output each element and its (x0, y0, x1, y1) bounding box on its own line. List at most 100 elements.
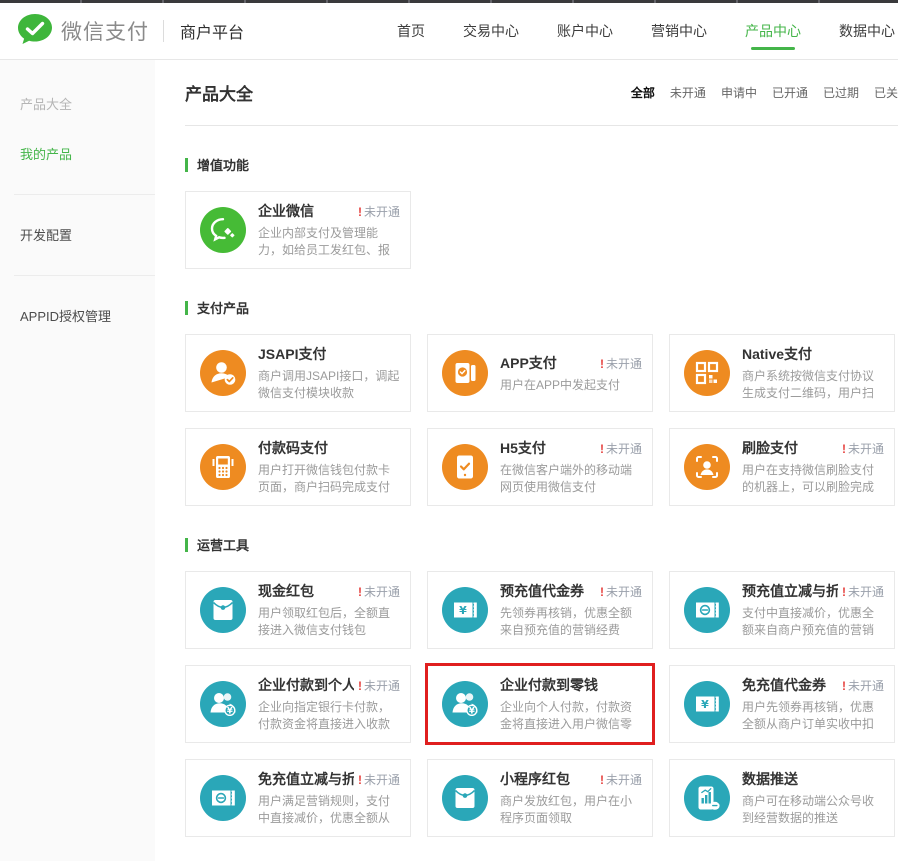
status-badge: !未开通 (354, 771, 400, 788)
nav-item-home[interactable]: 首页 (378, 3, 444, 59)
product-card-face-pay[interactable]: 刷脸支付 !未开通用户在支持微信刷脸支付的机器上，可以刷脸完成支付 (669, 428, 895, 506)
section-operation-tools: 运营工具现金红包!未开通用户领取红包后，全额直接进入微信支付钱包¥预充值代金券!… (185, 535, 898, 837)
exclamation-icon: ! (358, 205, 362, 219)
app-pay-icon (442, 350, 488, 396)
product-card-micropay[interactable]: 付款码支付用户打开微信钱包付款卡页面，商户扫码完成支付 (185, 428, 411, 506)
svg-text:¥: ¥ (701, 698, 709, 711)
section-header: 增值功能 (185, 155, 898, 174)
product-title: 预充值代金券 (500, 581, 584, 601)
product-card-data-push[interactable]: 数据推送商户可在移动端公众号收到经营数据的推送 (669, 759, 895, 837)
sidebar-item-all-products: 产品大全 (0, 94, 155, 113)
section-accent-bar (185, 538, 188, 552)
nav-item-trade-center[interactable]: 交易中心 (444, 3, 538, 59)
product-title: 现金红包 (258, 581, 314, 601)
product-card-jsapi-pay[interactable]: JSAPI支付商户调用JSAPI接口，调起微信支付模块收款 (185, 334, 411, 412)
product-description: 用户在支持微信刷脸支付的机器上，可以刷脸完成支付 (742, 462, 884, 496)
product-description: 用户领取红包后，全额直接进入微信支付钱包 (258, 605, 400, 639)
exclamation-icon: ! (600, 773, 604, 787)
status-badge: !未开通 (596, 771, 642, 788)
product-description: 先领券再核销，优惠全额来自预充值的营销经费 (500, 605, 642, 639)
product-description: 商户可在移动端公众号收到经营数据的推送 (742, 793, 884, 827)
status-badge: !未开通 (596, 355, 642, 372)
face-scan-icon (684, 444, 730, 490)
section-header: 运营工具 (185, 535, 898, 554)
product-description: 商户发放红包，用户在小程序页面领取 (500, 793, 642, 827)
nav-item-marketing-center[interactable]: 营销中心 (632, 3, 726, 59)
card-grid: 企业微信!未开通企业内部支付及管理能力，如给员工发红包、报销付款等 (185, 191, 895, 269)
status-badge: !未开通 (354, 203, 400, 220)
status-badge: !未开通 (354, 677, 400, 694)
header-divider (163, 20, 164, 42)
filter-tab[interactable]: 已过期 (823, 84, 859, 101)
status-badge: !未开通 (838, 440, 884, 457)
filter-tab[interactable]: 已开通 (772, 84, 808, 101)
status-label: 未开通 (364, 679, 400, 693)
exclamation-icon: ! (600, 585, 604, 599)
filter-tab[interactable]: 已关闭 (874, 84, 898, 101)
product-description: 企业向指定银行卡付款，付款资金将直接进入收款银行账户 (258, 699, 400, 733)
product-description: 企业向个人付款，付款资金将直接进入用户微信零钱 (500, 699, 642, 733)
status-label: 未开通 (606, 357, 642, 371)
product-description: 用户在APP中发起支付 (500, 377, 642, 394)
card-grid: JSAPI支付商户调用JSAPI接口，调起微信支付模块收款APP支付!未开通用户… (185, 334, 895, 506)
filter-tab[interactable]: 申请中 (721, 84, 757, 101)
voucher-discount-icon (684, 587, 730, 633)
voucher-yen-icon: ¥ (684, 681, 730, 727)
exclamation-icon: ! (600, 442, 604, 456)
product-card-transfer-to-balance[interactable]: ¥企业付款到零钱企业向个人付款，付款资金将直接进入用户微信零钱 (427, 665, 653, 743)
sidebar: 产品大全我的产品开发配置 APPID授权管理 (0, 60, 155, 861)
section-header: 支付产品 (185, 298, 898, 317)
svg-text:¥: ¥ (459, 604, 467, 617)
sidebar-item-dev-config[interactable]: 开发配置 (0, 225, 155, 244)
status-filters: 全部未开通申请中已开通已过期已关闭 (616, 84, 898, 101)
product-card-enterprise-wechat[interactable]: 企业微信!未开通企业内部支付及管理能力，如给员工发红包、报销付款等 (185, 191, 411, 269)
product-title: 小程序红包 (500, 769, 570, 789)
sidebar-divider (14, 194, 155, 195)
section-value-added: 增值功能企业微信!未开通企业内部支付及管理能力，如给员工发红包、报销付款等 (185, 155, 898, 269)
voucher-discount-icon (200, 775, 246, 821)
product-card-free-discount[interactable]: 免充值立减与折扣!未开通用户满足营销规则，支付中直接减价，优惠全额从商户订单实收… (185, 759, 411, 837)
exclamation-icon: ! (842, 442, 846, 456)
status-label: 未开通 (364, 205, 400, 219)
voucher-yen-icon: ¥ (442, 587, 488, 633)
nav-item-data-center[interactable]: 数据中心 (820, 3, 898, 59)
product-title: 数据推送 (742, 769, 798, 789)
product-title: 免充值代金券 (742, 675, 826, 695)
product-card-native-pay[interactable]: Native支付商户系统按微信支付协议生成支付二维码，用户扫码支付 (669, 334, 895, 412)
sidebar-item-appid-auth[interactable]: APPID授权管理 (0, 306, 155, 325)
product-card-prepaid-voucher[interactable]: ¥预充值代金券!未开通先领券再核销，优惠全额来自预充值的营销经费 (427, 571, 653, 649)
sidebar-item-my-products[interactable]: 我的产品 (0, 144, 155, 163)
transfer-person-icon: ¥ (442, 681, 488, 727)
product-title: 企业付款到个人银... (258, 675, 354, 695)
product-card-transfer-to-bank[interactable]: ¥企业付款到个人银...!未开通企业向指定银行卡付款，付款资金将直接进入收款银行… (185, 665, 411, 743)
main-content: 产品大全 全部未开通申请中已开通已过期已关闭 增值功能企业微信!未开通企业内部支… (155, 60, 898, 861)
filter-tab[interactable]: 未开通 (670, 84, 706, 101)
product-card-miniprogram-redpacket[interactable]: 小程序红包 !未开通商户发放红包，用户在小程序页面领取 (427, 759, 653, 837)
page-title: 产品大全 (185, 80, 253, 105)
product-title: 刷脸支付 (742, 438, 798, 458)
product-card-prepaid-discount[interactable]: 预充值立减与折扣!未开通支付中直接减价，优惠全额来自商户预充值的营销经费 (669, 571, 895, 649)
filter-tab[interactable]: 全部 (631, 84, 655, 101)
product-card-app-pay[interactable]: APP支付!未开通用户在APP中发起支付 (427, 334, 653, 412)
logo-text: 微信支付 (61, 16, 149, 46)
product-description: 用户满足营销规则，支付中直接减价，优惠全额从商户订单实收中扣 (258, 793, 400, 827)
section-title-label: 运营工具 (197, 535, 249, 554)
data-push-icon (684, 775, 730, 821)
product-title: 付款码支付 (258, 438, 328, 458)
exclamation-icon: ! (842, 679, 846, 693)
qr-code-icon (684, 350, 730, 396)
h5-phone-icon (442, 444, 488, 490)
wechat-pay-logo[interactable]: 微信支付 (18, 14, 149, 49)
status-label: 未开通 (364, 585, 400, 599)
page-header: 产品大全 全部未开通申请中已开通已过期已关闭 (185, 60, 898, 126)
person-check-icon (200, 350, 246, 396)
red-envelope-icon (442, 775, 488, 821)
exclamation-icon: ! (600, 357, 604, 371)
nav-item-product-center[interactable]: 产品中心 (726, 3, 820, 59)
nav-item-account-center[interactable]: 账户中心 (538, 3, 632, 59)
product-card-h5-pay[interactable]: H5支付!未开通在微信客户端外的移动端网页使用微信支付 (427, 428, 653, 506)
product-title: 预充值立减与折扣 (742, 581, 838, 601)
product-description: 商户调用JSAPI接口，调起微信支付模块收款 (258, 368, 400, 402)
product-card-cash-redpacket[interactable]: 现金红包!未开通用户领取红包后，全额直接进入微信支付钱包 (185, 571, 411, 649)
product-card-free-voucher[interactable]: ¥免充值代金券!未开通用户先领券再核销，优惠全额从商户订单实收中扣减 (669, 665, 895, 743)
